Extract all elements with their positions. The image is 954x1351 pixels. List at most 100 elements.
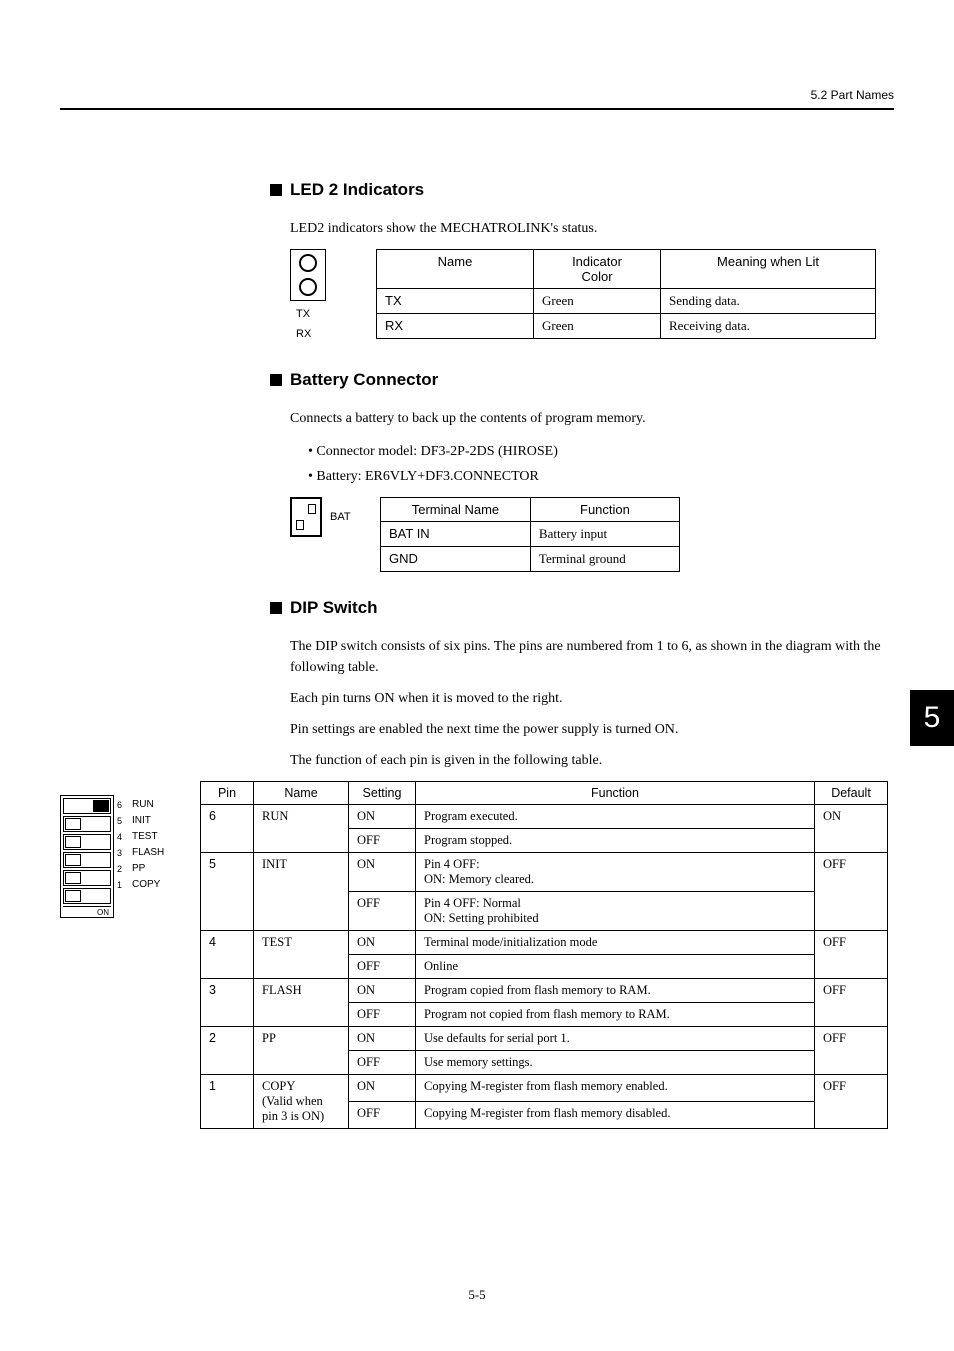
cell: OFF [349,1003,416,1027]
led2-title-text: LED 2 Indicators [290,180,424,199]
led2-title: LED 2 Indicators [270,180,894,200]
pin-name: COPY [132,877,164,893]
cell: 4 [201,931,254,979]
cell: Copying M-register from flash memory dis… [416,1102,815,1129]
pin-num: 1 [117,877,122,893]
cell: ON [349,1027,416,1051]
battery-title: Battery Connector [270,370,894,390]
cell: INIT [254,853,349,931]
led2-table: Name Indicator Color Meaning when Lit TX… [376,249,876,339]
dip-p4: The function of each pin is given in the… [290,750,894,771]
battery-diagram-label: BAT [330,511,351,523]
cell: ON [349,979,416,1003]
table-row: 6 RUN ON Program executed. ON [201,805,888,829]
battery-connector-icon [290,497,322,537]
header-rule [60,108,894,110]
table-row: 4 TEST ON Terminal mode/initialization m… [201,931,888,955]
cell: 5 [201,853,254,931]
led2-intro: LED2 indicators show the MECHATROLINK's … [290,218,894,239]
cell: Sending data. [661,289,876,314]
page-number: 5-5 [0,1287,954,1303]
cell: TX [377,289,534,314]
battery-diagram: BAT [290,497,380,537]
table-row: 2 PP ON Use defaults for serial port 1. … [201,1027,888,1051]
table-row: TX Green Sending data. [377,289,876,314]
cell: OFF [349,1051,416,1075]
pin-name: TEST [132,829,164,845]
cell: RX [377,314,534,339]
header-section: 5.2 Part Names [811,88,894,102]
cell: FLASH [254,979,349,1027]
dip-slot-1 [63,888,111,904]
cell: RUN [254,805,349,853]
dip-p1: The DIP switch consists of six pins. The… [290,636,894,678]
pin-name: FLASH [132,845,164,861]
pin-name: RUN [132,797,164,813]
cell: Receiving data. [661,314,876,339]
cell: TEST [254,931,349,979]
table-row: RX Green Receiving data. [377,314,876,339]
cell: Use defaults for serial port 1. [416,1027,815,1051]
cell: BAT IN [381,522,531,547]
list-item: Connector model: DF3-2P-2DS (HIROSE) [308,439,894,464]
cell: Use memory settings. [416,1051,815,1075]
table-row: 1 COPY (Valid when pin 3 is ON) ON Copyi… [201,1075,888,1102]
cell: Green [534,314,661,339]
dip-th-default: Default [815,782,888,805]
dip-slot-4 [63,834,111,850]
cell: ON [349,853,416,892]
battery-th-term: Terminal Name [381,498,531,522]
dip-slot-5 [63,816,111,832]
dip-th-name: Name [254,782,349,805]
dip-name-col: RUN INIT TEST FLASH PP COPY [132,795,164,893]
pin-name: INIT [132,813,164,829]
cell: Online [416,955,815,979]
cell: OFF [815,1075,888,1129]
cell: Copying M-register from flash memory ena… [416,1075,815,1102]
table-row: 5 INIT ON Pin 4 OFF: ON: Memory cleared.… [201,853,888,892]
dip-slot-6 [63,798,111,814]
dip-p2: Each pin turns ON when it is moved to th… [290,688,894,709]
battery-intro: Connects a battery to back up the conten… [290,408,894,429]
dip-slot-2 [63,870,111,886]
battery-th-func: Function [530,498,679,522]
battery-title-text: Battery Connector [290,370,438,389]
cell: Terminal ground [530,547,679,572]
cell: OFF [815,1027,888,1075]
dip-title-text: DIP Switch [290,598,378,617]
cell: OFF [349,829,416,853]
dip-th-pin: Pin [201,782,254,805]
cell: ON [349,1075,416,1102]
dip-th-func: Function [416,782,815,805]
cell: 1 [201,1075,254,1129]
dip-on-label: ON [63,906,111,917]
cell: 3 [201,979,254,1027]
led2-diagram: TX RX [290,249,346,344]
tx-led-icon [299,254,317,272]
cell: Program stopped. [416,829,815,853]
cell: OFF [815,979,888,1027]
pin-num: 6 [117,797,122,813]
cell: GND [381,547,531,572]
cell: ON [349,931,416,955]
cell: OFF [349,892,416,931]
table-row: GND Terminal ground [381,547,680,572]
led2-th-meaning: Meaning when Lit [661,250,876,289]
pin-num: 3 [117,845,122,861]
pin-num: 2 [117,861,122,877]
table-row: BAT IN Battery input [381,522,680,547]
chapter-side-tab: 5 [910,690,954,746]
led2-th-color: Indicator Color [534,250,661,289]
cell: OFF [349,955,416,979]
cell: OFF [815,931,888,979]
rx-led-icon [299,278,317,296]
cell: Pin 4 OFF: ON: Memory cleared. [416,853,815,892]
rx-label: RX [296,324,311,344]
tx-label: TX [296,304,311,324]
cell: ON [815,805,888,853]
cell: Program copied from flash memory to RAM. [416,979,815,1003]
pin-num: 4 [117,829,122,845]
led2-th-name: Name [377,250,534,289]
dip-th-setting: Setting [349,782,416,805]
cell: Terminal mode/initialization mode [416,931,815,955]
